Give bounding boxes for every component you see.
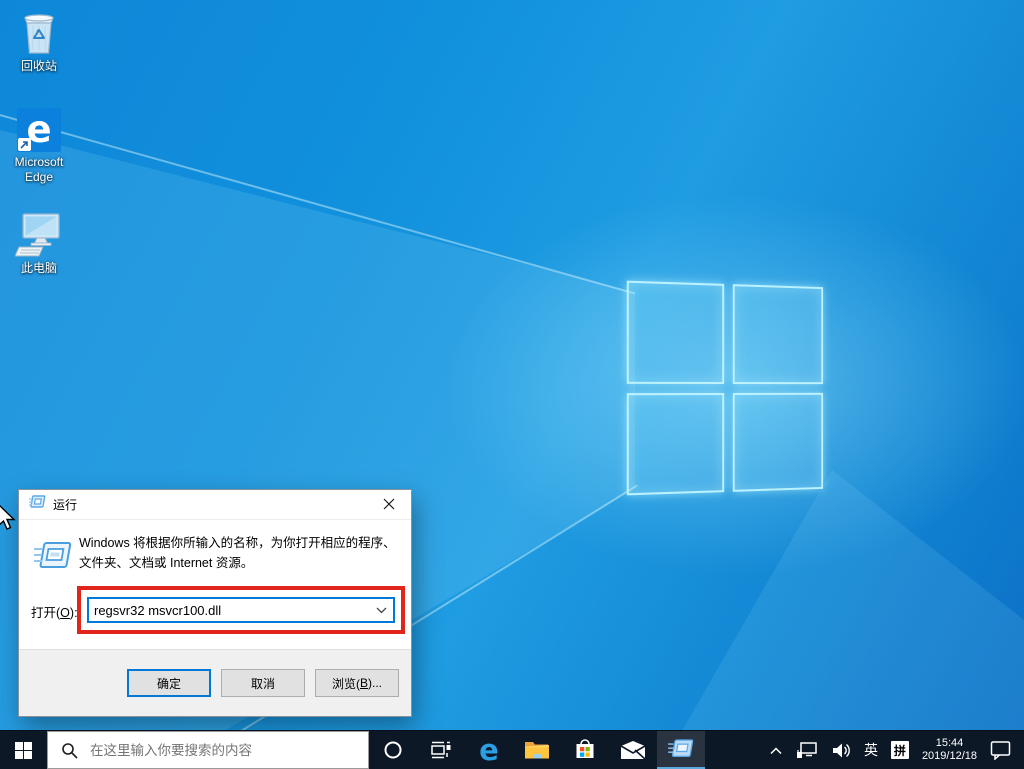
windows-logo-icon — [15, 742, 32, 759]
tray-volume[interactable] — [828, 731, 854, 769]
dialog-title: 运行 — [53, 496, 77, 513]
mail-icon — [620, 740, 646, 760]
recycle-bin-icon — [7, 8, 71, 56]
run-window-icon — [667, 738, 695, 761]
shortcut-arrow-icon — [18, 138, 31, 151]
taskbar-store-button[interactable] — [561, 731, 609, 769]
action-center-icon — [990, 740, 1011, 760]
taskbar-search[interactable] — [47, 731, 369, 769]
logo-pane — [627, 393, 724, 496]
desktop-icon-recycle-bin[interactable]: 回收站 — [7, 8, 71, 74]
this-pc-icon — [7, 210, 71, 258]
logo-pane — [732, 284, 823, 383]
desktop-icon-label: 回收站 — [7, 59, 71, 74]
volume-icon — [831, 742, 851, 759]
run-dialog-titlebar[interactable]: 运行 — [19, 490, 411, 520]
browse-button[interactable]: 浏览(B)... — [315, 669, 399, 697]
tray-language-indicator[interactable]: 英 — [861, 731, 881, 769]
desktop: 回收站 e Microsoft Edge — [0, 0, 1024, 769]
tray-network[interactable] — [793, 731, 821, 769]
desktop-icon-this-pc[interactable]: 此电脑 — [7, 210, 71, 276]
run-dialog: 运行 Windows 将根据你所输入的名称，为你打开相应的程序、文件夹、 — [18, 489, 412, 717]
network-icon — [796, 741, 818, 759]
search-input[interactable] — [88, 742, 368, 759]
ime-pinyin-icon: 拼 — [891, 741, 909, 759]
ok-button[interactable]: 确定 — [127, 669, 211, 697]
run-window-icon — [33, 540, 73, 579]
file-explorer-icon — [524, 739, 550, 761]
open-combobox[interactable]: regsvr32 msvcr100.dll — [87, 597, 395, 623]
taskbar-mail-button[interactable] — [609, 731, 657, 769]
close-button[interactable] — [366, 490, 411, 518]
clock-time: 15:44 — [922, 737, 977, 750]
taskbar: e — [0, 730, 1024, 769]
logo-pane — [732, 392, 823, 491]
clock-date: 2019/12/18 — [922, 750, 977, 763]
edge-icon: e — [7, 104, 71, 152]
open-combobox-value[interactable]: regsvr32 msvcr100.dll — [89, 603, 369, 618]
open-field-label: 打开(O): — [31, 602, 78, 621]
system-tray: 英 拼 15:44 2019/12/18 — [766, 731, 1024, 769]
taskbar-file-explorer-button[interactable] — [513, 731, 561, 769]
run-dialog-description: Windows 将根据你所输入的名称，为你打开相应的程序、文件夹、文档或 Int… — [79, 534, 397, 573]
store-icon — [573, 738, 597, 762]
cortana-icon — [383, 740, 403, 760]
chevron-up-icon — [769, 746, 783, 755]
tray-clock[interactable]: 15:44 2019/12/18 — [919, 731, 980, 769]
cortana-button[interactable] — [369, 731, 417, 769]
task-view-icon — [430, 740, 452, 760]
tray-chevron-up[interactable] — [766, 731, 786, 769]
desktop-icon-label: 此电脑 — [7, 261, 71, 276]
run-dialog-body: Windows 将根据你所输入的名称，为你打开相应的程序、文件夹、文档或 Int… — [19, 520, 411, 651]
cancel-button[interactable]: 取消 — [221, 669, 305, 697]
desktop-icon-edge[interactable]: e Microsoft Edge — [7, 104, 71, 185]
edge-icon: e — [479, 736, 499, 765]
search-icon — [61, 742, 78, 759]
desktop-icon-label: Microsoft Edge — [7, 155, 71, 185]
tray-ime-badge[interactable]: 拼 — [888, 731, 912, 769]
taskbar-run-button-active[interactable] — [657, 731, 705, 769]
taskbar-edge-button[interactable]: e — [465, 731, 513, 769]
windows-wallpaper-logo — [627, 281, 823, 496]
run-window-icon — [29, 495, 46, 514]
start-button[interactable] — [0, 731, 47, 769]
logo-pane — [627, 281, 724, 384]
dropdown-chevron-icon[interactable] — [369, 607, 393, 614]
action-center-button[interactable] — [987, 731, 1014, 769]
close-icon — [383, 498, 395, 510]
red-annotation-box: regsvr32 msvcr100.dll — [77, 586, 405, 634]
run-dialog-footer: 确定 取消 浏览(B)... — [19, 649, 411, 716]
task-view-button[interactable] — [417, 731, 465, 769]
